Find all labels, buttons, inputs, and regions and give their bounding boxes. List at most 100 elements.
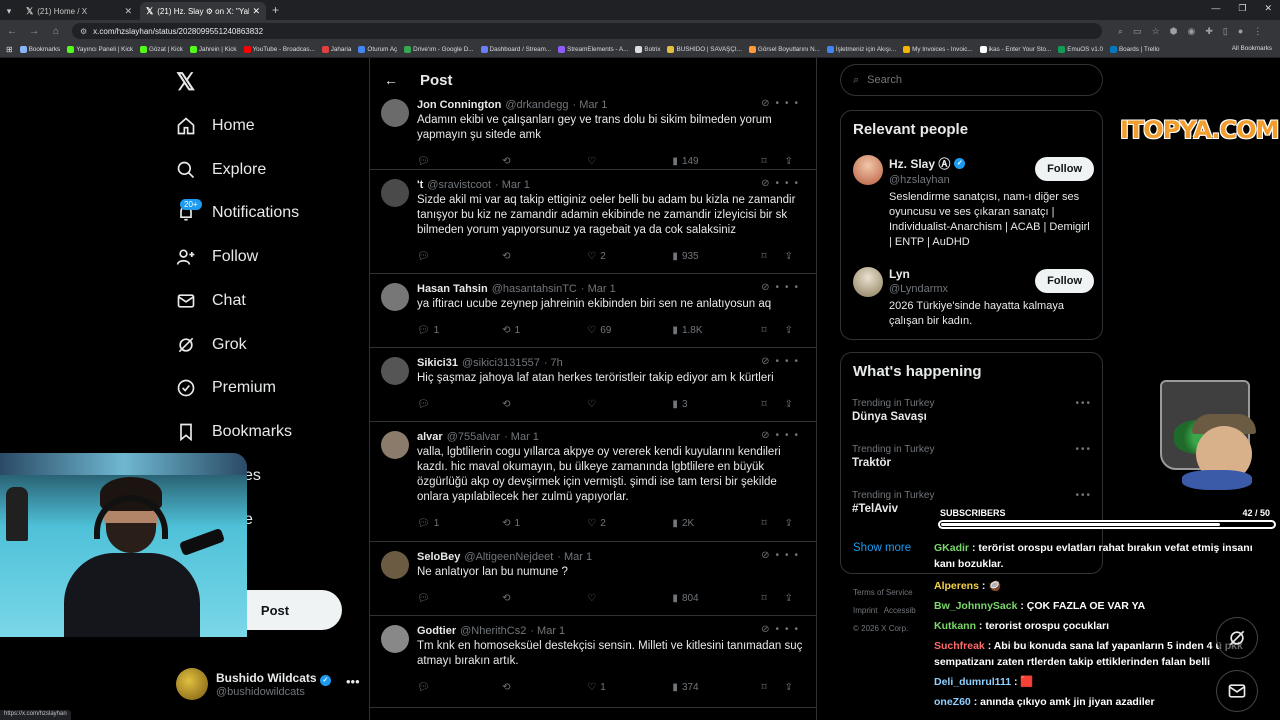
grok-more-icons[interactable]: ⊘••• [761, 98, 804, 109]
reply-handle[interactable]: @sikici3131557 [462, 357, 540, 369]
reply-button[interactable]: 💬︎ [417, 251, 502, 262]
chat-username[interactable]: Kutkann [934, 620, 976, 632]
avatar[interactable] [381, 625, 409, 653]
new-tab-button[interactable]: + [272, 2, 279, 20]
reply-author[interactable]: Sikici31 [417, 357, 458, 369]
reply-item[interactable]: Godtier @NherithCs2 · Mar 1 ⊘••• Tm knk en h… [370, 616, 816, 708]
reply-button[interactable]: 💬︎ [417, 593, 502, 604]
bookmark-item[interactable]: Bookmarks [19, 46, 60, 53]
chat-username[interactable]: Deli_dumrul111 [934, 676, 1011, 688]
chat-username[interactable]: GKadir [934, 542, 969, 554]
reply-button[interactable]: 💬︎ 1 [417, 325, 502, 336]
tab-home[interactable]: 𝕏 (21) Home / X ✕ [20, 2, 138, 20]
repost-button[interactable]: ⟲ 1 [502, 518, 587, 529]
menu-dots-icon[interactable]: ⋮ [1253, 26, 1262, 37]
like-button[interactable]: ♡ 1 [587, 682, 672, 693]
bookmark-star-icon[interactable]: ☆ [1152, 26, 1160, 37]
chat-username[interactable]: oneZ60 [934, 696, 971, 708]
minimize-icon[interactable]: — [1211, 3, 1220, 14]
reply-date[interactable]: · Mar 1 [504, 431, 539, 443]
apps-grid-icon[interactable]: ⊞ [6, 45, 13, 54]
bookmark-item[interactable]: Oturum Aç [358, 46, 397, 53]
bookmark-button[interactable]: ⌑ [761, 325, 784, 336]
tab-search-chevron-icon[interactable]: ▾ [0, 2, 18, 20]
bookmark-item[interactable]: ikas - Enter Your Sto... [979, 46, 1051, 53]
repost-button[interactable]: ⟲ 1 [502, 325, 587, 336]
repost-button[interactable]: ⟲ [502, 593, 587, 604]
share-button[interactable]: ⇪ [785, 325, 804, 336]
views-button[interactable]: ▮ 2K [672, 518, 761, 529]
avatar[interactable] [381, 283, 409, 311]
nav-notifications[interactable]: 20+ Notifications [176, 195, 299, 231]
grok-float-button[interactable] [1216, 617, 1258, 659]
reply-item[interactable]: SeloBey @AltigeenNejdeet · Mar 1 ⊘••• Ne anl… [370, 542, 816, 616]
person-card[interactable]: Hz. Slay Ⓐ ✓ @hzslayhan Seslendirme sanat… [853, 155, 1094, 250]
avatar[interactable] [381, 357, 409, 385]
reply-author[interactable]: Hasan Tahsin [417, 283, 488, 295]
grok-more-icons[interactable]: ⊘••• [761, 550, 804, 561]
reply-author[interactable]: SeloBey [417, 551, 460, 563]
close-icon[interactable]: ✕ [124, 6, 132, 17]
reply-handle[interactable]: @AltigeenNejdeet [464, 551, 553, 563]
avatar[interactable] [381, 431, 409, 459]
grok-more-icons[interactable]: ⊘••• [761, 282, 804, 293]
profile-icon[interactable]: ● [1238, 26, 1243, 37]
person-card[interactable]: Lyn @Lyndarmx 2026 Türkiye'sinde hayatta… [853, 267, 1094, 329]
bookmark-item[interactable]: Dashboard / Stream... [480, 46, 551, 53]
reply-button[interactable]: 💬︎ [417, 682, 502, 693]
reply-handle[interactable]: @NherithCs2 [460, 625, 526, 637]
back-arrow-icon[interactable]: ← [6, 26, 18, 37]
nav-explore[interactable]: Explore [176, 152, 266, 188]
reply-item[interactable]: 't @sravistcoot · Mar 1 ⊘••• Sizde akil mi v… [370, 170, 816, 274]
bookmark-button[interactable]: ⌑ [761, 156, 784, 167]
home-icon[interactable]: ⌂ [50, 26, 62, 37]
reply-button[interactable]: 💬︎ [417, 399, 502, 410]
back-arrow-icon[interactable]: ← [384, 72, 398, 88]
bookmark-button[interactable]: ⌑ [761, 399, 784, 410]
reply-date[interactable]: · Mar 1 [581, 283, 616, 295]
like-button[interactable]: ♡ [587, 593, 672, 604]
bookmark-item[interactable]: BUSHIDO | SAVAŞÇI... [667, 46, 742, 53]
reply-date[interactable]: · 7h [544, 357, 563, 369]
footer-link[interactable]: Terms of Service [853, 588, 913, 597]
reply-item[interactable]: Jon Connington @drkandegg · Mar 1 ⊘••• Adamı… [370, 90, 816, 170]
reply-handle[interactable]: @drkandegg [505, 99, 568, 111]
grok-more-icons[interactable]: ⊘••• [761, 430, 804, 441]
grok-more-icons[interactable]: ⊘••• [761, 178, 804, 189]
close-window-icon[interactable]: ✕ [1264, 3, 1272, 14]
url-input[interactable]: ⚙ x.com/hzslayhan/status/202809955124086… [72, 23, 1102, 39]
repost-button[interactable]: ⟲ [502, 399, 587, 410]
reply-date[interactable]: · Mar 1 [530, 625, 565, 637]
bookmark-button[interactable]: ⌑ [761, 518, 784, 529]
more-dots-icon[interactable]: ••• [1075, 444, 1092, 455]
reply-date[interactable]: · Mar 1 [557, 551, 592, 563]
nav-follow[interactable]: Follow [176, 239, 258, 275]
reply-handle[interactable]: @hasantahsinTC [492, 283, 577, 295]
bookmark-button[interactable]: ⌑ [761, 593, 784, 604]
bookmark-item[interactable]: Yayıncı Paneli | Kick [67, 46, 133, 53]
nav-premium[interactable]: Premium [176, 370, 276, 406]
bookmark-button[interactable]: ⌑ [761, 682, 784, 693]
footer-link[interactable]: Imprint [853, 606, 877, 615]
reply-author[interactable]: 't [417, 179, 423, 191]
share-button[interactable]: ⇪ [785, 593, 804, 604]
bookmark-item[interactable]: Görsel Boyutlarını N... [748, 46, 820, 53]
account-switcher[interactable]: Bushido Wildcats ✓ @bushidowildcats ••• [176, 668, 360, 700]
reply-handle[interactable]: @755alvar [447, 431, 500, 443]
zoom-icon[interactable]: ⌕ [1118, 26, 1123, 37]
views-button[interactable]: ▮ 149 [672, 156, 761, 167]
bookmark-item[interactable]: İşletmeniz için Akışı... [826, 46, 896, 53]
like-button[interactable]: ♡ 69 [587, 325, 672, 336]
chat-username[interactable]: Bw_JohnnySack [934, 600, 1017, 612]
views-button[interactable]: ▮ 1.8K [672, 325, 761, 336]
share-button[interactable]: ⇪ [785, 156, 804, 167]
bookmark-item[interactable]: My Invoices - Invoic... [903, 46, 973, 53]
reply-item[interactable]: Sikici31 @sikici3131557 · 7h ⊘••• Hiç şaşmaz… [370, 348, 816, 422]
site-info-icon[interactable]: ⚙ [80, 27, 87, 36]
bookmark-item[interactable]: StreamElements - A... [558, 46, 628, 53]
audio-icon[interactable]: ◉ [1188, 26, 1196, 37]
nav-grok[interactable]: Grok [176, 327, 247, 363]
reply-item[interactable]: alvar @755alvar · Mar 1 ⊘••• valla, lgbtlile… [370, 422, 816, 542]
extension-icon[interactable]: ⬢ [1170, 26, 1178, 37]
views-button[interactable]: ▮ 374 [672, 682, 761, 693]
